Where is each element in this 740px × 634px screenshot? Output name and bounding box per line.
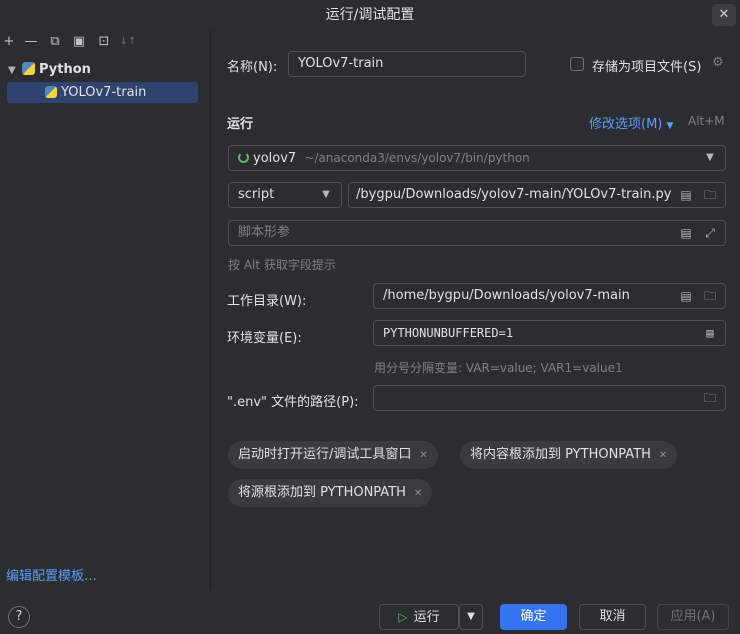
script-type-select[interactable]: script ▼ [228,182,342,208]
apply-button[interactable]: 应用(A) [657,604,729,630]
chevron-down-icon: ▼ [467,611,475,622]
store-as-file-checkbox[interactable] [570,57,584,71]
workdir-field[interactable]: /home/bygpu/Downloads/yolov7-main ▤ 🗀 [373,283,726,309]
chevron-down-icon: ▼ [666,121,674,131]
script-path-value: /bygpu/Downloads/yolov7-main/YOLOv7-trai… [356,187,672,202]
script-path-field[interactable]: /bygpu/Downloads/yolov7-main/YOLOv7-trai… [348,182,726,208]
chip-label: 将内容根添加到 PYTHONPATH [470,447,651,462]
tree-item-label: YOLOv7-train [61,85,147,100]
expand-text-icon[interactable]: ▤ [677,284,695,308]
folder-icon[interactable]: 🗀 [701,284,719,308]
expand-text-icon[interactable]: ▤ [677,221,695,245]
python-icon [45,86,57,98]
script-params-field[interactable]: 脚本形参 ▤ ⤢ [228,220,726,246]
store-as-file-label: 存储为项目文件(S) [592,60,702,75]
fullscreen-icon[interactable]: ⤢ [701,221,719,245]
close-button[interactable]: ✕ [712,4,736,26]
dotenv-label: ".env" 文件的路径(P): [227,395,359,410]
run-button-label: 运行 [413,610,440,625]
env-field[interactable]: PYTHONUNBUFFERED=1 ▤ [373,320,726,346]
gear-icon[interactable]: ⚙ [712,55,724,70]
env-hint: 用分号分隔变量: VAR=value; VAR1=value1 [374,361,623,375]
window-title: 运行/调试配置 [325,7,415,23]
workdir-value: /home/bygpu/Downloads/yolov7-main [383,288,630,303]
tree-group-label: Python [39,62,91,77]
env-label: 环境变量(E): [227,331,302,346]
chevron-down-icon[interactable]: ▼ [8,61,22,81]
close-icon[interactable]: ✕ [414,488,422,499]
ok-button[interactable]: 确定 [500,604,567,630]
cancel-button[interactable]: 取消 [579,604,646,630]
close-icon[interactable]: ✕ [419,450,427,461]
folder-move-icon[interactable]: ⊡ [95,32,113,52]
run-button[interactable]: ▷ 运行 [379,604,459,630]
interpreter-name: yolov7 [253,151,297,166]
expand-text-icon[interactable]: ▤ [701,321,719,345]
play-icon: ▷ [398,610,408,624]
folder-icon[interactable]: 🗀 [701,386,719,410]
chevron-down-icon: ▼ [706,152,714,163]
script-params-placeholder: 脚本形参 [238,225,291,240]
modify-options-label: 修改选项(M) [589,117,663,132]
save-icon[interactable]: ▣ [70,32,88,52]
run-section-title: 运行 [227,117,254,132]
edit-templates-link[interactable]: 编辑配置模板… [6,565,97,584]
python-icon [22,62,35,75]
interpreter-loading-icon [238,152,249,163]
panel-divider [210,30,211,590]
folder-icon[interactable]: 🗀 [701,183,719,207]
dotenv-field[interactable]: 🗀 [373,385,726,411]
tree-item-yolov7-train[interactable]: YOLOv7-train [7,82,198,103]
name-field[interactable]: YOLOv7-train [288,51,526,77]
interpreter-path: ~/anaconda3/envs/yolov7/bin/python [304,151,530,165]
remove-icon[interactable]: — [22,32,40,52]
sort-icon[interactable]: ↓↑ [119,32,137,52]
chip-source-roots[interactable]: 将源根添加到 PYTHONPATH ✕ [228,479,433,507]
chip-open-tool-window[interactable]: 启动时打开运行/调试工具窗口 ✕ [228,441,438,469]
add-icon[interactable]: + [0,32,18,52]
alt-hint: 按 Alt 获取字段提示 [228,258,336,272]
chip-label: 启动时打开运行/调试工具窗口 [238,447,412,462]
help-button[interactable]: ? [8,606,30,628]
copy-icon[interactable]: ⧉ [46,32,64,52]
workdir-label: 工作目录(W): [227,294,307,309]
chip-label: 将源根添加到 PYTHONPATH [238,485,406,500]
env-value: PYTHONUNBUFFERED=1 [383,326,514,340]
chip-content-roots[interactable]: 将内容根添加到 PYTHONPATH ✕ [460,441,678,469]
modify-options-link[interactable]: 修改选项(M) ▼ [589,113,673,132]
expand-text-icon[interactable]: ▤ [677,183,695,207]
config-toolbar: + — ⧉ ▣ ⊡ ↓↑ [0,32,210,54]
interpreter-select[interactable]: yolov7 ~/anaconda3/envs/yolov7/bin/pytho… [228,145,726,171]
name-label: 名称(N): [227,60,278,75]
chevron-down-icon: ▼ [322,189,330,200]
close-icon[interactable]: ✕ [659,450,667,461]
tree-group-python[interactable]: ▼ Python [8,60,91,80]
run-dropdown-button[interactable]: ▼ [459,604,483,630]
script-type-value: script [238,187,275,202]
modify-options-shortcut: Alt+M [688,114,725,128]
